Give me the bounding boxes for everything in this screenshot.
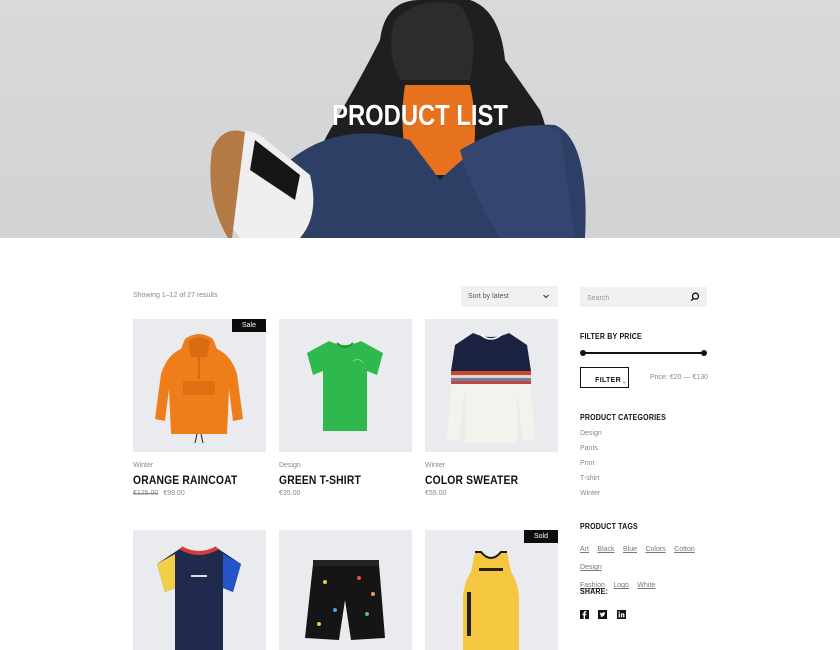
share-links <box>580 606 631 624</box>
sale-badge: Sale <box>231 319 266 332</box>
tag-link[interactable]: White <box>637 582 655 589</box>
product-categories-title: PRODUCT CATEGORIES <box>580 413 666 422</box>
old-price: €125.00 <box>133 490 159 497</box>
page-title: PRODUCT LIST <box>332 100 508 132</box>
tag-cloud: Art Black Blue Colors Cotton Design Fash… <box>580 539 710 593</box>
product-image[interactable]: Sold <box>425 530 558 650</box>
sold-badge: Sold <box>523 530 558 543</box>
product-category[interactable]: Winter <box>133 462 153 469</box>
filter-price-title: FILTER BY PRICE <box>580 332 642 341</box>
current-price: €99.00 <box>163 490 185 497</box>
price-slider-track <box>582 352 705 354</box>
category-link-winter[interactable]: Winter <box>580 490 602 505</box>
twitter-icon[interactable] <box>598 606 608 619</box>
tag-link[interactable]: Cotton <box>674 546 695 553</box>
product-image[interactable] <box>133 530 266 650</box>
product-name[interactable]: ORANGE RAINCOAT <box>133 473 237 487</box>
product-image[interactable] <box>279 530 412 650</box>
current-price: €35.00 <box>279 490 301 497</box>
sort-select-label: Sort by latest <box>468 293 509 300</box>
product-name[interactable]: GREEN T-SHIRT <box>279 473 361 487</box>
print-shorts-image <box>305 560 385 640</box>
product-price: €125.00 €99.00 <box>133 490 185 497</box>
tag-link[interactable]: Art <box>580 546 589 553</box>
orange-raincoat-image <box>155 334 243 444</box>
tag-link[interactable]: Colors <box>645 546 665 553</box>
share-title: SHARE: <box>580 587 609 596</box>
product-name[interactable]: COLOR SWEATER <box>425 473 518 487</box>
price-range-label: Price: €20 — €130 <box>650 374 708 381</box>
tag-link[interactable]: Black <box>597 546 614 553</box>
category-link-print[interactable]: Print <box>580 460 602 475</box>
current-price: €59.00 <box>425 490 447 497</box>
product-price: €59.00 <box>425 490 446 497</box>
product-tags-title: PRODUCT TAGS <box>580 522 638 531</box>
tag-link[interactable]: Blue <box>623 546 637 553</box>
hero-banner: PRODUCT LIST <box>0 0 840 238</box>
filter-button[interactable]: FILTER ˍ <box>580 367 629 388</box>
product-image[interactable] <box>425 319 558 452</box>
tag-link[interactable]: Logo <box>613 582 629 589</box>
product-category[interactable]: Winter <box>425 462 445 469</box>
category-link-tshirt[interactable]: T-shirt <box>580 475 602 490</box>
price-slider-min-handle[interactable] <box>580 350 586 356</box>
category-list: Design Pants Print T-shirt Winter <box>580 430 602 505</box>
colorblock-tshirt-image <box>157 546 241 650</box>
color-sweater-image <box>447 333 535 443</box>
search-box[interactable] <box>580 287 707 309</box>
price-slider[interactable] <box>580 350 707 356</box>
category-link-pants[interactable]: Pants <box>580 445 602 460</box>
linkedin-icon[interactable] <box>616 606 626 619</box>
product-image[interactable]: Sale <box>133 319 266 452</box>
green-tshirt-image <box>307 341 383 431</box>
price-slider-max-handle[interactable] <box>701 350 707 356</box>
tag-link[interactable]: Design <box>580 564 602 571</box>
facebook-icon[interactable] <box>580 606 589 619</box>
product-category[interactable]: Design <box>279 462 301 469</box>
search-icon[interactable] <box>690 292 700 302</box>
product-price: €35.00 <box>279 490 300 497</box>
chevron-down-icon <box>543 294 549 299</box>
category-link-design[interactable]: Design <box>580 430 602 445</box>
sort-select[interactable]: Sort by latest <box>461 286 558 307</box>
search-input[interactable] <box>580 288 685 309</box>
yellow-tank-top-image <box>463 551 519 650</box>
product-image[interactable] <box>279 319 412 452</box>
results-count: Showing 1–12 of 27 results <box>133 292 218 299</box>
filter-caret-icon: ˍ <box>620 377 626 384</box>
